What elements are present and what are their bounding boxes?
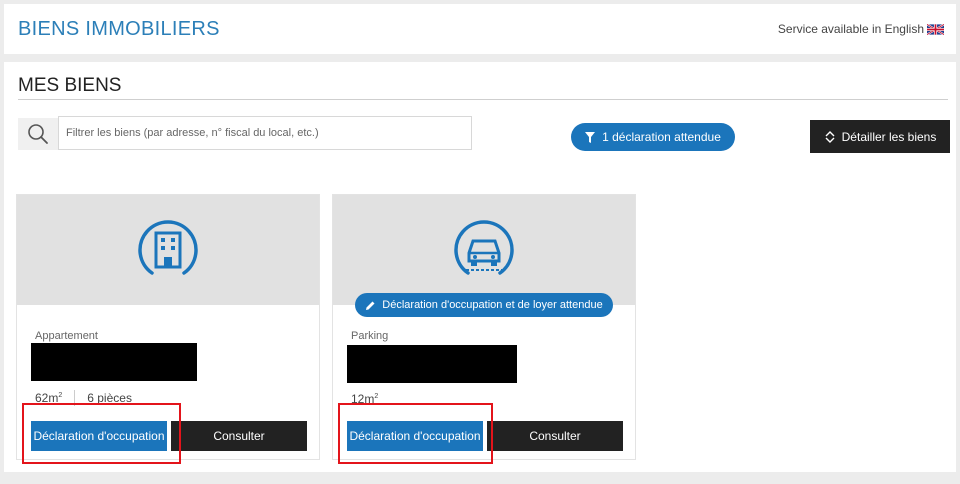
page-header: BIENS IMMOBILIERS Service available in E… [4, 4, 956, 54]
building-icon [138, 220, 198, 275]
section-divider [18, 99, 948, 100]
language-label: Service available in English [777, 22, 924, 36]
property-area: 12m2 [351, 392, 379, 406]
redacted-address [31, 343, 197, 381]
main-panel: MES BIENS 1 déclaration attendue Détaill… [4, 62, 956, 472]
uk-flag-icon [927, 23, 944, 35]
language-switch[interactable]: Service available in English [778, 22, 944, 36]
page-title: BIENS IMMOBILIERS [18, 17, 220, 40]
detail-button-label: Détailler les biens [841, 129, 937, 144]
view-property-button[interactable]: Consulter [487, 421, 623, 451]
property-rooms: 6 pièces [87, 391, 132, 405]
declare-occupation-button[interactable]: Déclaration d'occupation [31, 421, 167, 451]
property-details: 12m2 [351, 392, 378, 406]
property-card: Déclaration d'occupation et de loyer att… [332, 194, 636, 460]
property-type: Parking [351, 330, 389, 342]
search-button[interactable] [18, 118, 58, 150]
property-details: 62m2 6 pièces [35, 390, 132, 406]
detail-properties-button[interactable]: Détailler les biens [810, 120, 950, 153]
redacted-address [347, 345, 517, 383]
search-icon [28, 124, 48, 144]
card-banner [333, 195, 635, 305]
meta-divider [74, 390, 76, 406]
car-icon [454, 220, 514, 275]
property-card: Appartement 62m2 6 pièces Déclaration d'… [16, 194, 320, 460]
expand-collapse-icon [825, 130, 835, 143]
pencil-icon [366, 301, 375, 310]
section-title: MES BIENS [18, 75, 122, 96]
filter-pill-label: 1 déclaration attendue [602, 130, 721, 144]
card-banner [17, 195, 319, 305]
declare-occupation-button[interactable]: Déclaration d'occupation [347, 421, 483, 451]
property-type: Appartement [35, 330, 98, 342]
badge-label: Déclaration d'occupation et de loyer att… [382, 299, 603, 311]
expected-declaration-filter[interactable]: 1 déclaration attendue [571, 123, 735, 151]
pending-declaration-badge[interactable]: Déclaration d'occupation et de loyer att… [355, 293, 613, 317]
property-area: 62m2 [35, 391, 63, 405]
filter-icon [585, 131, 596, 143]
view-property-button[interactable]: Consulter [171, 421, 307, 451]
search-input[interactable] [58, 116, 472, 150]
